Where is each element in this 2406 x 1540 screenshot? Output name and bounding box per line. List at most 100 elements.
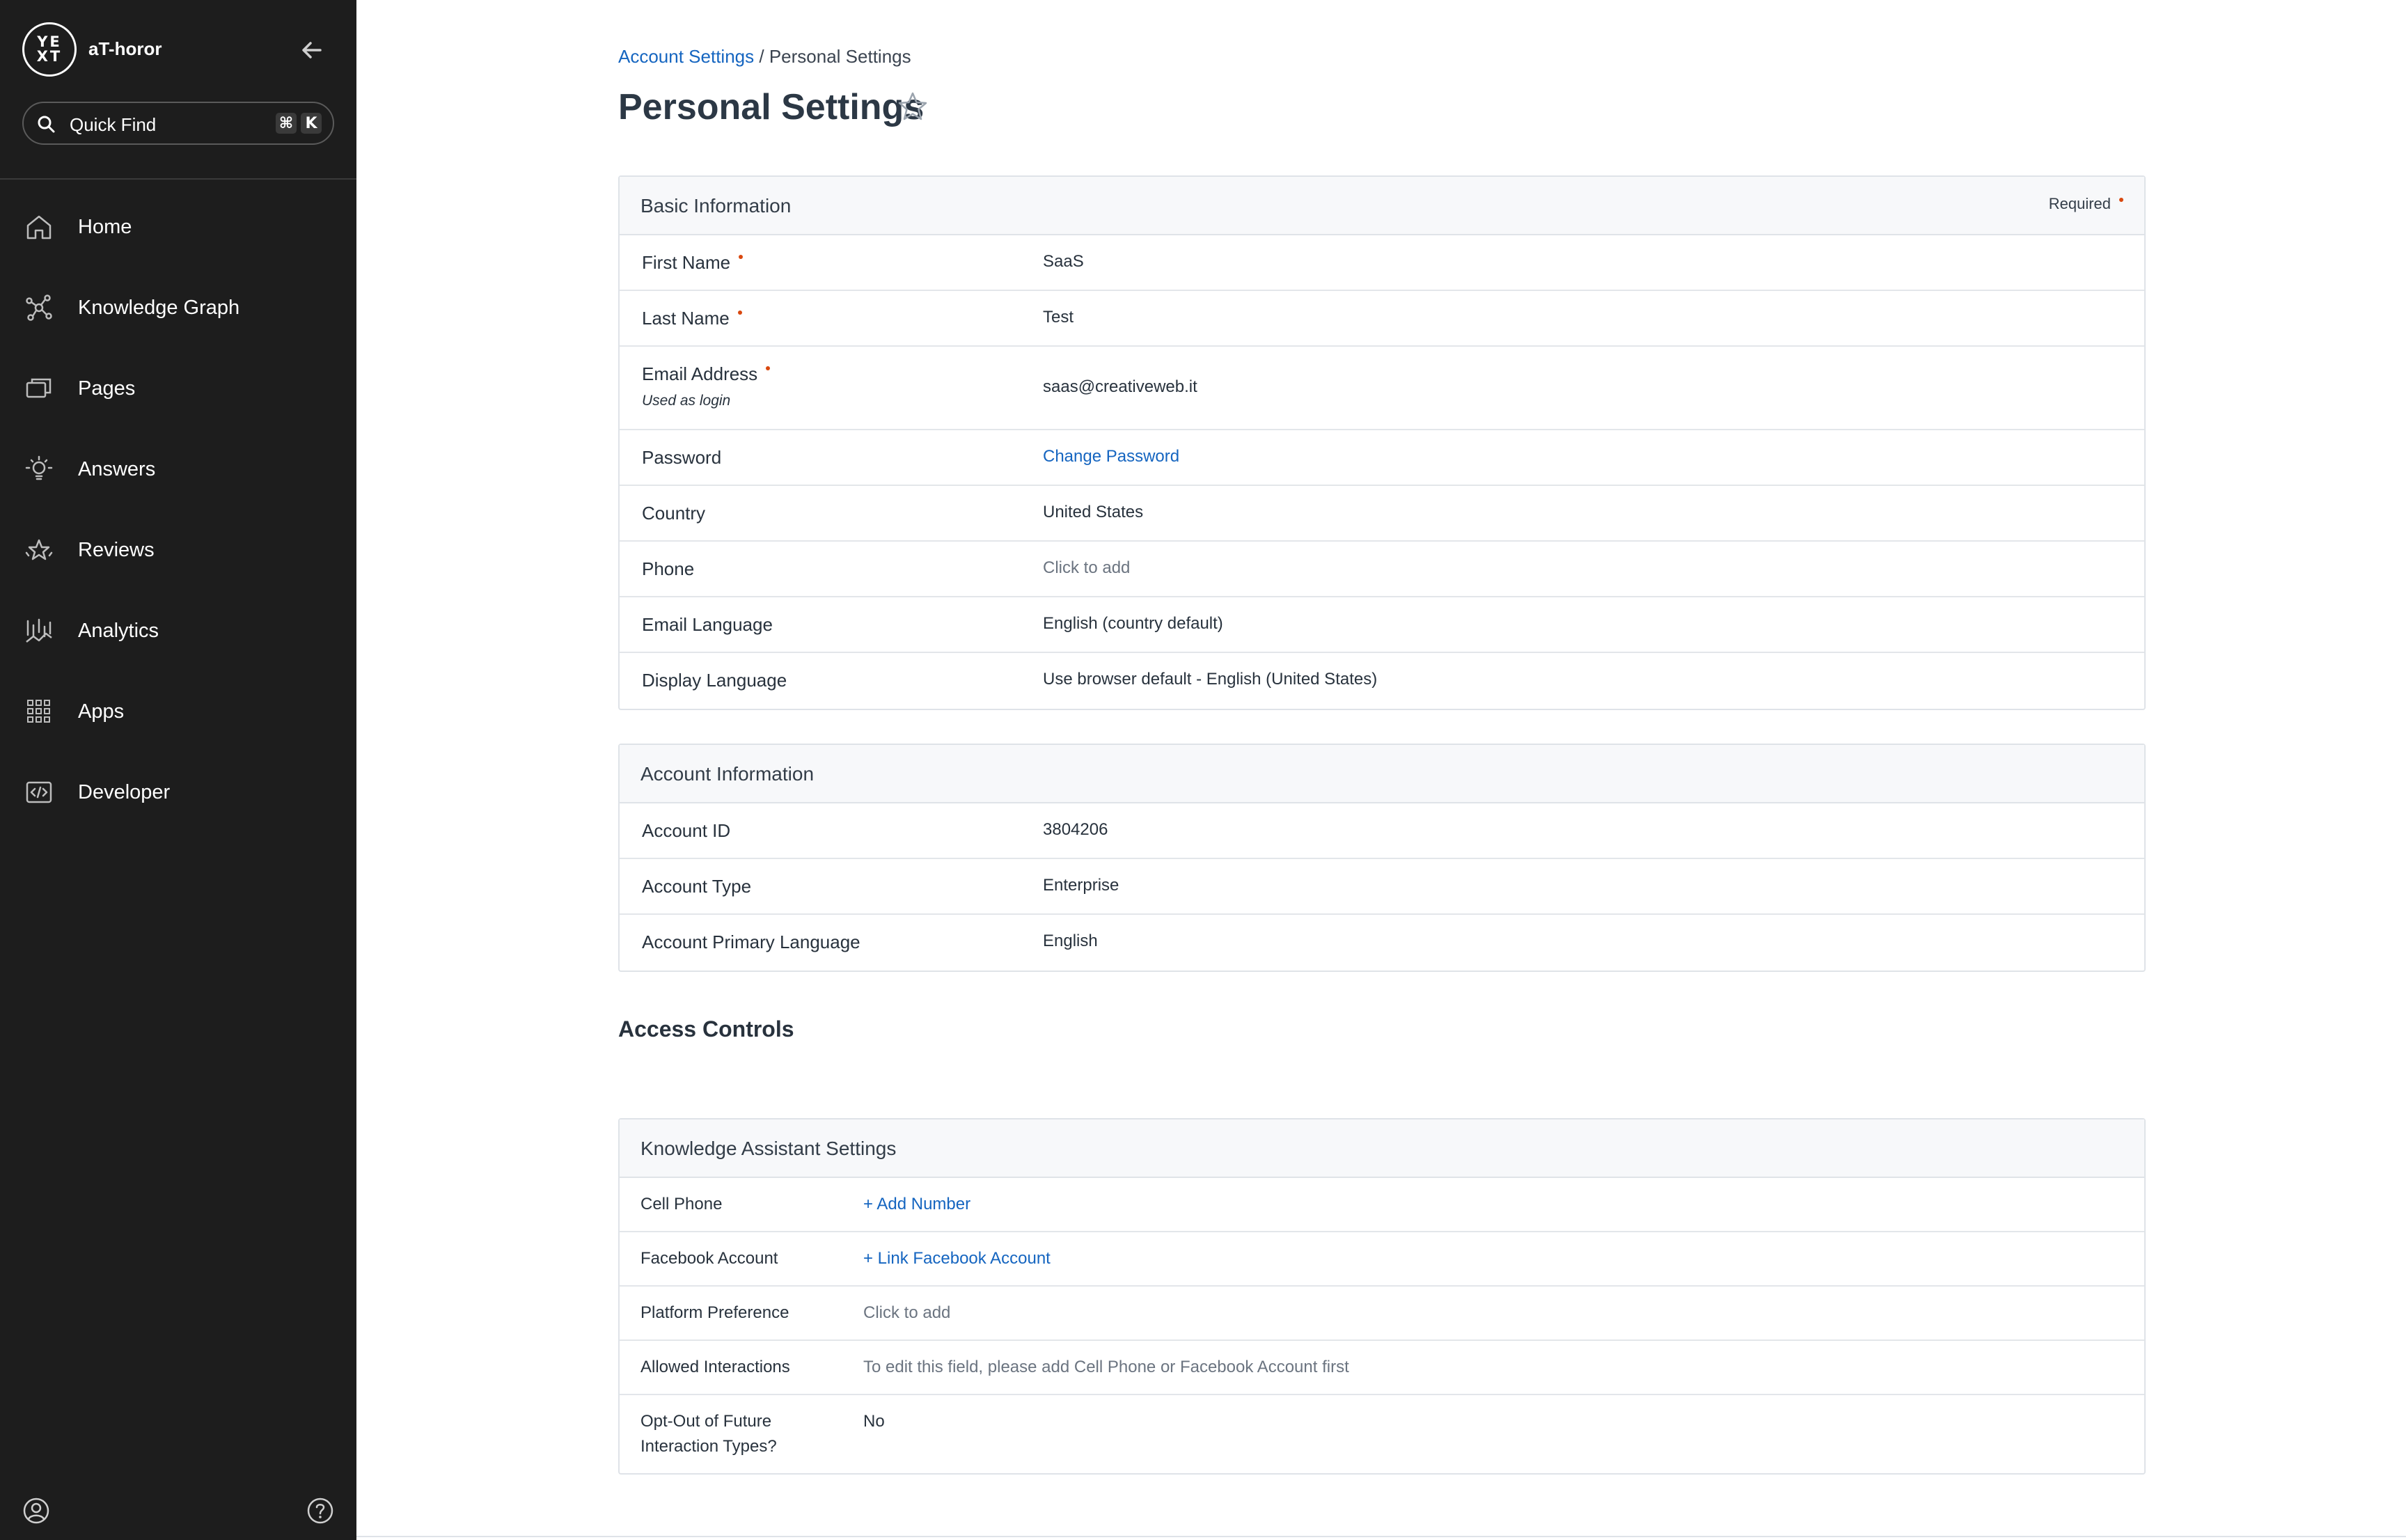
sidebar-item-answers[interactable]: Answers [0,429,356,510]
link-facebook-account-link[interactable]: + Link Facebook Account [863,1249,1051,1268]
field-platform-preference[interactable]: Platform Preference Click to add [620,1287,2144,1341]
field-label: Allowed Interactions [640,1358,790,1376]
required-label: Required [2048,195,2111,212]
yext-logo[interactable]: YEXT [22,22,77,77]
search-icon [36,114,56,134]
field-label: Last Name [642,308,742,329]
sidebar-item-label: Knowledge Graph [78,296,240,319]
card-header: Account Information [620,745,2144,803]
field-last-name[interactable]: Last Name Test [620,291,2144,347]
sidebar-item-knowledge-graph[interactable]: Knowledge Graph [0,267,356,348]
analytics-icon [24,615,54,646]
stars-icon [24,535,54,565]
sidebar-item-reviews[interactable]: Reviews [0,510,356,590]
field-label: Account ID [642,820,731,841]
favorite-star-icon[interactable] [895,89,930,124]
page-title: Personal Settings [618,87,925,127]
field-value[interactable]: English (country default) [1043,614,1223,634]
field-label: Display Language [642,670,787,691]
field-email-language[interactable]: Email Language English (country default) [620,597,2144,653]
field-label: Opt-Out of Future Interaction Types? [640,1412,777,1456]
field-value: 3804206 [1043,820,1108,839]
quick-find-search[interactable]: Quick Find ⌘ K [22,102,334,145]
sidebar-item-label: Pages [78,377,136,400]
basic-information-card: Basic Information Required First Name Sa… [618,175,2146,710]
field-label: Country [642,503,706,524]
field-label: Phone [642,558,695,579]
logo-text: YEXT [36,33,63,65]
bottom-divider [356,1536,2406,1537]
sidebar-item-home[interactable]: Home [0,187,356,267]
account-information-card: Account Information Account ID 3804206 A… [618,744,2146,972]
sidebar-item-analytics[interactable]: Analytics [0,590,356,671]
field-value: To edit this field, please add Cell Phon… [863,1358,1349,1376]
field-label: First Name [642,252,744,274]
required-dot [2119,198,2123,202]
field-label: Platform Preference [640,1303,789,1322]
add-number-link[interactable]: + Add Number [863,1195,970,1214]
field-value[interactable]: saas@creativeweb.it [1043,377,1197,397]
required-dot [737,311,742,315]
sidebar-item-label: Answers [78,457,156,480]
grid-icon [24,696,54,727]
field-password: Password Change Password [620,430,2144,486]
sidebar-divider [0,178,356,180]
sidebar-nav: Home Knowledge Graph Pages Answers Revie… [0,187,356,833]
field-value[interactable]: Test [1043,308,1074,327]
field-value[interactable]: United States [1043,503,1143,522]
field-phone[interactable]: Phone Click to add [620,542,2144,597]
change-password-link[interactable]: Change Password [1043,447,1179,466]
field-label: Account Primary Language [642,932,860,952]
field-first-name[interactable]: First Name SaaS [620,235,2144,291]
field-value: Enterprise [1043,876,1119,895]
field-value[interactable]: Use browser default - English (United St… [1043,670,1377,689]
breadcrumb: Account Settings / Personal Settings [618,46,911,68]
field-label: Account Type [642,876,752,897]
field-label: Email Language [642,614,773,635]
sidebar-item-pages[interactable]: Pages [0,348,356,429]
field-email-address[interactable]: Email Address Used as login saas@creativ… [620,347,2144,430]
pages-icon [24,373,54,404]
field-value[interactable]: No [863,1412,885,1431]
field-display-language[interactable]: Display Language Use browser default - E… [620,653,2144,709]
sidebar-item-developer[interactable]: Developer [0,752,356,833]
k-key: K [301,113,322,134]
breadcrumb-separator: / [759,46,764,67]
breadcrumb-account-settings[interactable]: Account Settings [618,46,754,67]
field-value[interactable]: SaaS [1043,252,1084,272]
field-label: Cell Phone [640,1195,723,1213]
field-label: Facebook Account [640,1249,778,1268]
field-label: Password [642,447,722,468]
card-title: Basic Information [640,195,792,217]
field-opt-out[interactable]: Opt-Out of Future Interaction Types? No [620,1395,2144,1473]
field-sublabel: Used as login [642,393,731,409]
field-label: Email Address [642,363,771,385]
required-dot [766,366,771,370]
required-legend: Required [2049,195,2123,213]
account-name[interactable]: aT-horor [88,38,162,60]
field-value[interactable]: Click to add [863,1303,950,1323]
cmd-key: ⌘ [276,113,297,134]
user-profile-icon[interactable] [22,1497,50,1525]
field-cell-phone: Cell Phone + Add Number [620,1178,2144,1232]
sidebar-item-label: Apps [78,700,125,723]
code-icon [24,777,54,808]
sidebar: YEXT aT-horor Quick Find ⌘ K Home Knowle [0,0,356,1540]
field-account-primary-language: Account Primary Language English [620,915,2144,971]
main-content: Account Settings / Personal Settings Per… [356,0,2406,1540]
field-value[interactable]: Click to add [1043,558,1130,578]
field-account-id: Account ID 3804206 [620,803,2144,859]
card-title: Account Information [640,763,815,785]
quick-find-shortcut: ⌘ K [276,113,322,134]
sidebar-item-label: Home [78,215,132,238]
collapse-sidebar-icon[interactable] [298,36,326,64]
field-facebook-account: Facebook Account + Link Facebook Account [620,1232,2144,1287]
home-icon [24,212,54,242]
field-value: English [1043,932,1098,950]
sidebar-item-apps[interactable]: Apps [0,671,356,752]
field-country[interactable]: Country United States [620,486,2144,542]
knowledge-assistant-card: Knowledge Assistant Settings Cell Phone … [618,1118,2146,1475]
breadcrumb-current: Personal Settings [769,46,911,67]
help-icon[interactable] [306,1497,334,1525]
quick-find-placeholder: Quick Find [70,114,157,135]
